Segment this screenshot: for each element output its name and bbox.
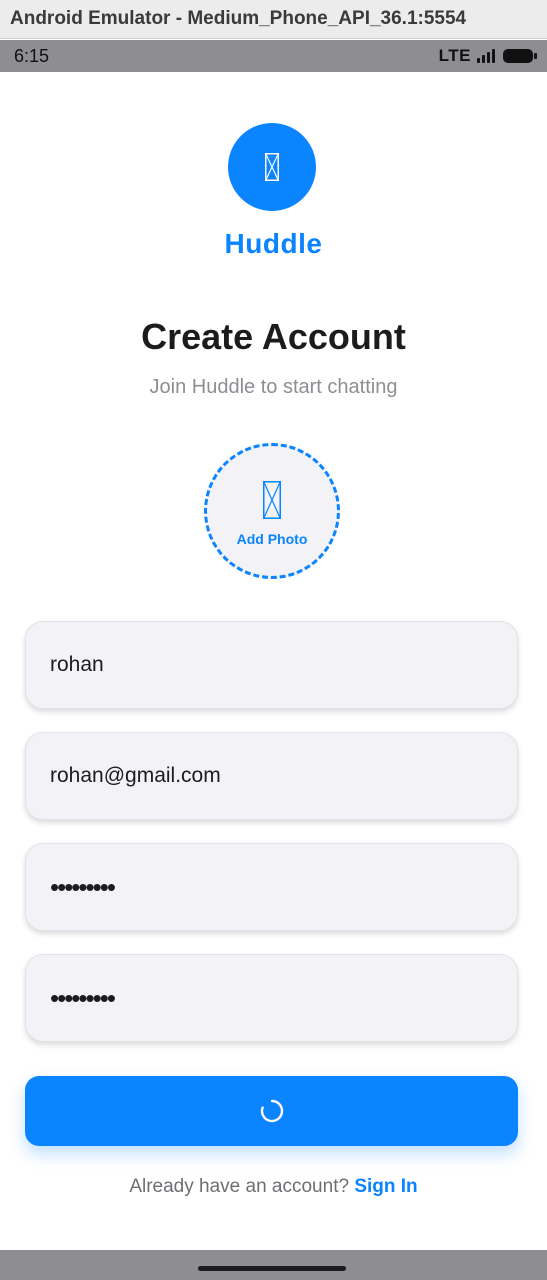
page-subtitle: Join Huddle to start chatting bbox=[149, 376, 398, 398]
battery-icon bbox=[503, 49, 537, 63]
app-name: Huddle bbox=[224, 228, 323, 259]
name-field[interactable] bbox=[25, 621, 518, 709]
create-account-button[interactable] bbox=[25, 1076, 518, 1146]
missing-glyph-icon bbox=[263, 481, 281, 519]
password-field[interactable] bbox=[25, 843, 518, 931]
loading-spinner-icon bbox=[260, 1099, 283, 1123]
email-field[interactable] bbox=[25, 732, 518, 820]
add-photo-button[interactable]: Add Photo bbox=[204, 443, 340, 579]
status-time: 6:15 bbox=[14, 45, 50, 66]
status-indicators: LTE bbox=[438, 46, 537, 66]
status-bar: 6:15 LTE bbox=[0, 40, 547, 72]
network-type: LTE bbox=[438, 46, 471, 65]
signal-icon bbox=[477, 49, 495, 63]
page-title: Create Account bbox=[141, 316, 406, 357]
app-logo bbox=[228, 123, 316, 211]
home-indicator[interactable] bbox=[198, 1266, 346, 1271]
sign-in-prompt-text: Already have an account? bbox=[129, 1176, 350, 1197]
missing-glyph-icon bbox=[265, 153, 279, 181]
confirm-password-field[interactable] bbox=[25, 954, 518, 1042]
sign-in-prompt: Already have an account? Sign In bbox=[0, 1176, 547, 1198]
add-photo-label: Add Photo bbox=[236, 531, 308, 547]
window-title-bar: Android Emulator - Medium_Phone_API_36.1… bbox=[0, 0, 547, 39]
navigation-bar bbox=[0, 1250, 547, 1280]
window-title: Android Emulator - Medium_Phone_API_36.1… bbox=[10, 8, 467, 29]
sign-in-link[interactable]: Sign In bbox=[354, 1176, 417, 1197]
